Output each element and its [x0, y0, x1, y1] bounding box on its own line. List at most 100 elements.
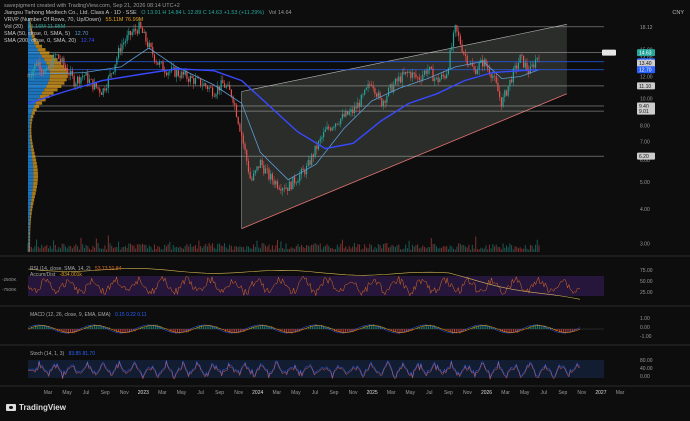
candle-body — [332, 128, 333, 131]
candle-body — [63, 58, 64, 65]
candle-body — [260, 160, 261, 168]
candle-body — [178, 70, 179, 76]
macd-histogram-bar — [148, 325, 149, 329]
candle-body — [58, 54, 59, 58]
volume-bar — [509, 243, 510, 252]
price-axis-tick: 3.00 — [640, 242, 650, 248]
accum-axis-tick: -2500K — [2, 277, 17, 282]
volume-profile-up-bar — [28, 138, 30, 141]
sma-line[interactable]: SMA (50, close, 0, SMA, 5) 12.70 — [4, 31, 88, 38]
volume-bar — [489, 245, 490, 252]
candle-body — [427, 70, 428, 74]
volume-bar — [403, 249, 404, 252]
candle-body — [506, 91, 507, 96]
candle-body — [27, 77, 28, 78]
volume-bar — [530, 245, 531, 252]
volume-bar — [386, 243, 387, 252]
candle-body — [480, 60, 481, 63]
volume-bar — [320, 243, 321, 252]
accum-axis-tick: -7500K — [2, 287, 17, 292]
volume-profile-down-bar — [40, 51, 50, 54]
candle-body — [272, 174, 273, 181]
stoch-legend[interactable]: Stoch (14, 1, 3) 83.85 81.70 — [30, 351, 95, 357]
volume-bar — [231, 246, 232, 252]
volume-bar — [438, 249, 439, 252]
volume-bar — [127, 248, 128, 252]
candle-body — [412, 73, 413, 78]
macd-histogram-bar — [557, 329, 558, 330]
volume-bar — [181, 248, 182, 252]
volume-profile-down-bar — [46, 85, 61, 88]
sma2-label: SMA (200, close, 0, SMA, 20) — [4, 38, 76, 44]
volume-profile-down-bar — [31, 199, 34, 202]
volume-bar — [436, 246, 437, 252]
volume-bar — [72, 248, 73, 252]
candle-body — [326, 127, 327, 130]
volume-bar — [465, 247, 466, 252]
volume-bar — [468, 245, 469, 252]
vol20-line[interactable]: Vol (20) 31.16M 11.95M — [4, 24, 65, 31]
volume-bar — [82, 244, 83, 252]
sma2-line[interactable]: SMA (200, close, 0, SMA, 20) 12.74 — [4, 38, 94, 45]
candle-body — [91, 79, 92, 80]
volume-bar — [227, 249, 228, 252]
volume-bar — [373, 250, 374, 252]
macd-histogram-bar — [484, 325, 485, 329]
volume-bar — [518, 248, 519, 252]
volume-bar — [318, 245, 319, 252]
candle-body — [400, 77, 401, 83]
candle-body — [415, 74, 416, 77]
volume-bar — [538, 245, 539, 252]
vrvp-line[interactable]: VRVP (Number Of Rows, 70, Up/Down) 55.11… — [4, 17, 143, 24]
price-badge-label: 14.63 — [639, 51, 652, 57]
volume-bar — [193, 246, 194, 252]
volume-bar — [245, 250, 246, 252]
volume-bar — [433, 244, 434, 252]
volume-bar — [414, 247, 415, 252]
candle-body — [273, 180, 274, 184]
volume-bar — [147, 248, 148, 252]
candle-body — [75, 84, 76, 87]
volume-bar — [294, 249, 295, 252]
volume-bar — [91, 250, 92, 252]
candle-body — [417, 77, 418, 78]
candle-body — [314, 146, 315, 157]
volume-bar — [159, 247, 160, 252]
volume-bar — [299, 247, 300, 252]
candle-body — [297, 181, 298, 182]
volume-bar — [31, 247, 32, 252]
volume-bar — [456, 247, 457, 252]
volume-profile-down-bar — [29, 225, 30, 228]
sma-value: 12.70 — [75, 31, 89, 37]
accum-legend[interactable]: Accum/Dist -834.001k — [30, 272, 82, 278]
volume-bar — [362, 249, 363, 252]
currency-label[interactable]: CNY — [672, 10, 684, 16]
volume-bar — [323, 247, 324, 252]
volume-bar — [157, 246, 158, 252]
price-axis-tick: 5.00 — [640, 180, 650, 186]
candle-body — [364, 90, 365, 95]
macd-histogram-bar — [120, 329, 121, 333]
candle-body — [473, 66, 474, 69]
macd-histogram-bar — [151, 325, 152, 329]
macd-histogram-bar — [485, 325, 486, 329]
volume-profile-up-bar — [28, 215, 30, 218]
volume-bar — [279, 248, 280, 252]
candle-body — [156, 61, 157, 62]
candle-body — [482, 60, 483, 67]
volume-bar — [104, 245, 105, 252]
macd-histogram-bar — [447, 329, 448, 330]
volume-bar — [60, 248, 61, 252]
macd-histogram-bar — [196, 328, 197, 329]
candle-body — [68, 73, 69, 75]
candle-body — [408, 72, 409, 73]
candle-body — [137, 31, 138, 34]
candle-body — [385, 101, 386, 103]
symbol-name[interactable]: Jiangsu Tiehong Medtech Co., Ltd. Class … — [4, 10, 137, 16]
candle-body — [38, 62, 39, 66]
macd-histogram-bar — [149, 325, 150, 329]
candle-body — [533, 65, 534, 68]
macd-legend[interactable]: MACD (12, 26, close, 9, EMA, EMA) 0.15 0… — [30, 312, 147, 318]
volume-bar — [407, 248, 408, 252]
volume-bar — [192, 247, 193, 252]
